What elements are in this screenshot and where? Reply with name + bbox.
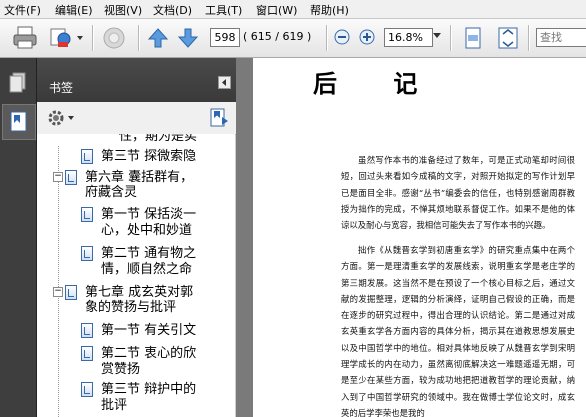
menu-bar: 文件(F) 编辑(E) 视图(V) 文档(D) 工具(T) 窗口(W) 帮助(H… [0, 0, 586, 19]
menu-edit[interactable]: 编辑(E) [55, 2, 93, 18]
bookmarks-title: 书签 [49, 81, 74, 95]
bookmark-label: 第三节 辩护中的 [101, 382, 197, 397]
previous-page-icon[interactable] [147, 27, 169, 49]
bookmark-label-line2: 心，处中和妙道 [101, 223, 193, 238]
bookmark-label: 性，期为是实 [119, 134, 198, 144]
bookmark-label-line2: 象的赞扬与批评 [85, 300, 177, 315]
bookmark-page-icon [81, 149, 93, 164]
bookmark-page-icon [65, 285, 77, 300]
tree-guide-line [58, 146, 60, 417]
next-page-icon[interactable] [177, 27, 199, 49]
bookmark-label: 第二节 衷心的欣 [101, 346, 197, 361]
toolbar-separator [528, 25, 530, 51]
toolbar-separator [450, 25, 452, 51]
bookmark-page-icon [81, 323, 93, 338]
zoom-in-icon[interactable] [359, 29, 375, 45]
menu-window[interactable]: 窗口(W) [256, 2, 297, 18]
bookmark-page-icon [81, 207, 93, 222]
toolbar: 598 ( 615 / 619 ) 16.8% 查找 [0, 19, 586, 58]
page-title: 后 记 [313, 69, 442, 98]
toolbar-separator [138, 25, 140, 51]
bookmark-label: 第一节 保括淡一 [101, 207, 197, 222]
pages-icon[interactable] [8, 72, 28, 94]
menu-tools[interactable]: 工具(T) [205, 2, 242, 18]
bookmarks-toolbar [37, 102, 236, 135]
bookmark-page-icon [81, 246, 93, 261]
share-icon[interactable] [48, 26, 84, 50]
bookmarks-tab[interactable] [2, 104, 36, 140]
collapse-toggle[interactable]: − [53, 287, 63, 297]
collapse-toggle[interactable]: − [53, 172, 63, 182]
bookmark-label: 第二节 通有物之 [101, 246, 197, 261]
bookmark-page-icon [81, 346, 93, 361]
paragraph: 虽然写作本书的准备经过了数年，可是正式动笔却时间很短，回过头来看如今成稿的文字，… [341, 155, 575, 231]
fit-page-icon[interactable] [497, 26, 519, 50]
chevron-down-icon[interactable] [433, 33, 441, 39]
bookmark-label: 第一节 有关引文 [101, 323, 197, 338]
bookmark-page-icon [65, 170, 77, 185]
navigation-panel [0, 58, 37, 417]
new-bookmark-icon[interactable] [209, 107, 229, 129]
bookmark-icon [10, 111, 27, 132]
menu-view[interactable]: 视图(V) [104, 2, 142, 18]
bookmark-label: 第三节 探微索隐 [101, 149, 197, 164]
panel-splitter[interactable] [236, 58, 253, 417]
zoom-out-icon[interactable] [334, 29, 350, 45]
options-gear-icon[interactable] [47, 109, 75, 127]
menu-file[interactable]: 文件(F) [4, 2, 41, 18]
menu-help[interactable]: 帮助(H) [310, 2, 349, 18]
zoom-level-select[interactable]: 16.8% [384, 28, 433, 47]
menu-document[interactable]: 文档(D) [153, 2, 192, 18]
bookmark-label-line2: 情，顺自然之命 [101, 262, 193, 277]
document-page[interactable]: 后 记 虽然写作本书的准备经过了数年，可是正式动笔却时间很短，回过头来看如今成稿… [253, 58, 586, 417]
search-input[interactable]: 查找 [536, 28, 586, 47]
bookmark-label-line2: 批评 [101, 398, 128, 413]
page-number-input[interactable]: 598 [210, 28, 240, 47]
toolbar-separator [92, 25, 94, 51]
bookmark-page-icon [81, 382, 93, 397]
collaborate-icon[interactable] [100, 25, 128, 51]
bookmark-label-line2: 府藏含灵 [85, 185, 138, 200]
fit-width-icon[interactable] [463, 26, 483, 50]
bookmark-tree[interactable]: 性，期为是实 第三节 探微索隐 − 第六章 囊括群有， 府藏含灵 第一节 保括淡… [37, 134, 235, 417]
bookmark-label-line2: 赏赞扬 [101, 362, 141, 377]
collapse-panel-icon[interactable] [218, 76, 231, 89]
toolbar-separator [326, 25, 328, 51]
print-icon[interactable] [12, 26, 38, 50]
paragraph: 拙作《从魏晋玄学到初唐重玄学》的研究重点集中在两个方面。第一是理清重玄学的发展线… [341, 245, 575, 417]
page-count-label: ( 615 / 619 ) [243, 30, 312, 43]
